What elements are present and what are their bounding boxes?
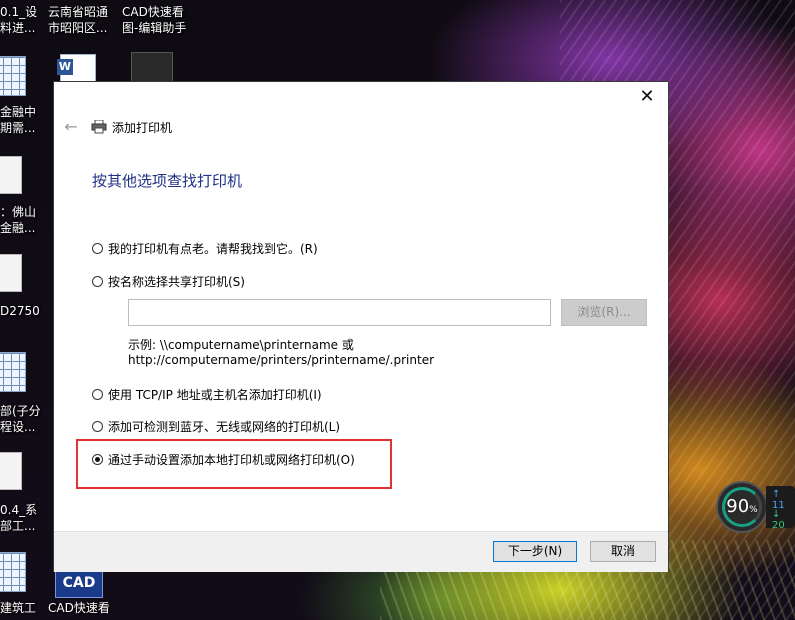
desktop-icon-label: 部工...: [0, 519, 36, 533]
spreadsheet-file-icon[interactable]: [0, 552, 26, 592]
desktop-icon-label: 图-编辑助手: [122, 21, 187, 35]
back-button[interactable]: ←: [62, 118, 80, 136]
option-label: 使用 TCP/IP 地址或主机名添加打印机(I): [108, 388, 322, 402]
example-text-line1: 示例: \\computername\printername 或: [128, 338, 354, 352]
desktop-icon-label: 期需...: [0, 121, 36, 135]
desktop-icon-label: CAD快速看: [48, 601, 110, 615]
gauge-percent: 90: [726, 496, 750, 517]
desktop-icon-label: 金融...: [0, 221, 36, 235]
document-file-icon[interactable]: [0, 254, 22, 292]
desktop-icon-label: 料进...: [0, 21, 36, 35]
desktop-icon-label: D2750: [0, 304, 40, 318]
radio-button[interactable]: [92, 276, 103, 287]
document-file-icon[interactable]: [0, 156, 22, 194]
option-label: 按名称选择共享打印机(S): [108, 275, 245, 289]
desktop-icon-label: 金融中: [0, 105, 37, 119]
printer-icon: [91, 120, 107, 134]
cancel-button[interactable]: 取消: [590, 541, 656, 562]
radio-button[interactable]: [92, 421, 103, 432]
desktop-icon[interactable]: 云南省昭通 市昭阳区...: [48, 4, 108, 36]
desktop-icon[interactable]: D2750: [0, 303, 40, 319]
desktop-icon-label: 云南省昭通: [48, 5, 109, 19]
close-icon: ✕: [639, 86, 655, 107]
shared-printer-name-input[interactable]: [128, 299, 551, 326]
desktop-icon[interactable]: 0.1_设 料进...: [0, 4, 37, 36]
desktop-icon[interactable]: 0.4_系 部工...: [0, 502, 37, 534]
desktop-icon-label: 程设...: [0, 420, 36, 434]
next-button[interactable]: 下一步(N): [493, 541, 577, 562]
dialog-title: 添加打印机: [112, 121, 173, 135]
back-arrow-icon: ←: [64, 117, 78, 136]
desktop-icon-label: ：佛山: [0, 205, 37, 219]
gauge-value: 90%: [718, 497, 766, 520]
option-tcp-ip[interactable]: 使用 TCP/IP 地址或主机名添加打印机(I): [92, 386, 322, 403]
desktop-icon-label: 部(子分: [0, 404, 41, 418]
upload-speed: ↑ 11: [772, 489, 785, 511]
performance-gauge[interactable]: 90%: [716, 481, 768, 533]
option-bluetooth-wireless[interactable]: 添加可检测到蓝牙、无线或网络的打印机(L): [92, 418, 340, 435]
example-text-line2: http://computername/printers/printername…: [128, 353, 435, 367]
document-file-icon[interactable]: [0, 452, 22, 490]
highlight-annotation-box: [76, 439, 392, 489]
close-button[interactable]: ✕: [632, 86, 662, 108]
option-shared-printer[interactable]: 按名称选择共享打印机(S): [92, 273, 245, 290]
gauge-unit: %: [749, 505, 758, 515]
desktop-icon[interactable]: 金融中 期需...: [0, 104, 36, 136]
radio-button[interactable]: [92, 389, 103, 400]
download-speed: ↓ 20: [772, 509, 785, 531]
cad-app-icon[interactable]: CAD: [55, 568, 103, 598]
option-label: 添加可检测到蓝牙、无线或网络的打印机(L): [108, 420, 341, 434]
radio-button[interactable]: [92, 243, 103, 254]
desktop-icon[interactable]: CAD快速看: [48, 600, 110, 616]
spreadsheet-file-icon[interactable]: [0, 56, 26, 96]
desktop-icon-label: 0.4_系: [0, 503, 38, 517]
spreadsheet-file-icon[interactable]: [0, 352, 26, 392]
browse-button[interactable]: 浏览(R)...: [561, 299, 647, 326]
desktop-icon[interactable]: 部(子分 程设...: [0, 403, 41, 435]
add-printer-dialog: ✕ ← 添加打印机 按其他选项查找打印机 我的打印机有点老。请帮我找到它。(R)…: [53, 81, 669, 572]
desktop-icon[interactable]: ：佛山 金融...: [0, 204, 36, 236]
option-label: 我的打印机有点老。请帮我找到它。(R): [108, 242, 318, 256]
desktop-icon-label: 市昭阳区...: [48, 21, 108, 35]
desktop-icon-label: CAD快速看: [122, 5, 184, 19]
network-speed-panel: ↑ 11 ↓ 20: [766, 486, 795, 531]
desktop-icon-label: 0.1_设: [0, 5, 38, 19]
page-heading: 按其他选项查找打印机: [92, 172, 243, 190]
desktop-icon[interactable]: 建筑工: [0, 600, 36, 616]
option-old-printer[interactable]: 我的打印机有点老。请帮我找到它。(R): [92, 240, 318, 257]
desktop-icon-label: 建筑工: [0, 601, 37, 615]
desktop-icon[interactable]: CAD快速看 图-编辑助手: [122, 4, 186, 36]
